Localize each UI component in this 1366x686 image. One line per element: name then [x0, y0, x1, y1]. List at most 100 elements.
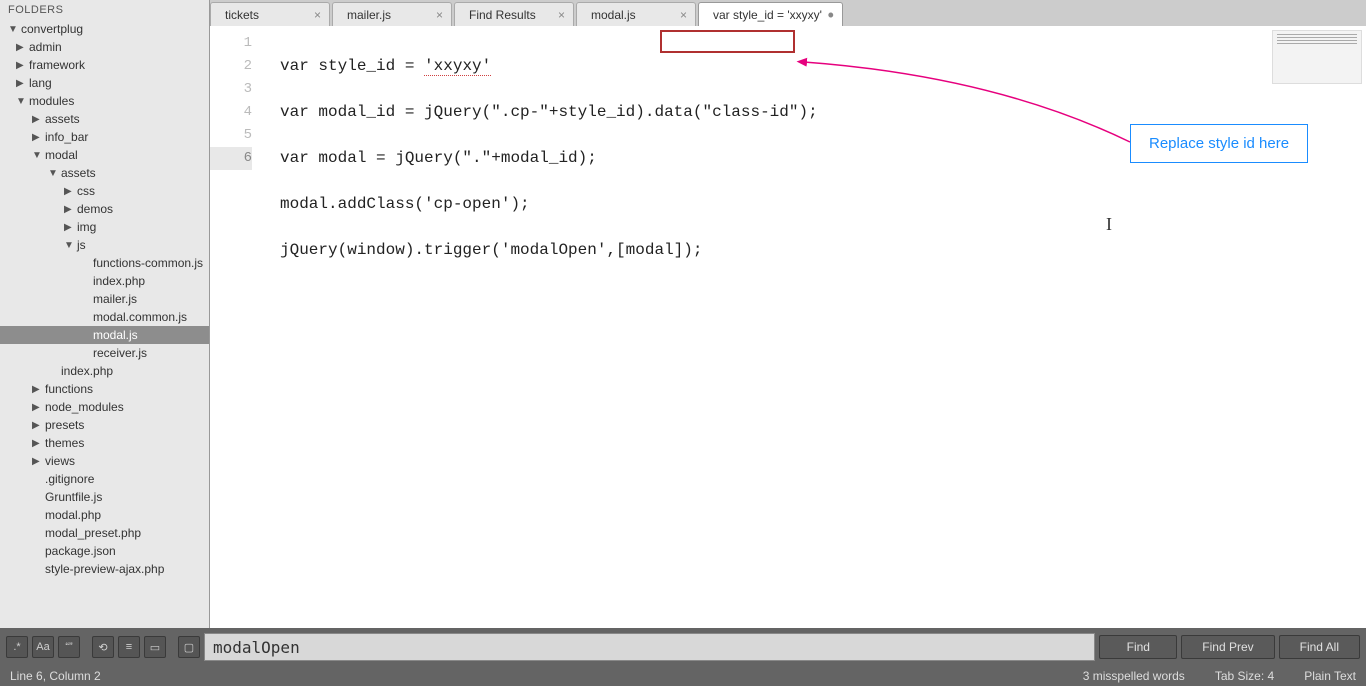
tree-item-label: style-preview-ajax.php	[45, 562, 164, 576]
chevron-closed-icon	[64, 222, 74, 233]
tree-item-functions[interactable]: functions	[0, 380, 209, 398]
chevron-open-icon	[8, 24, 18, 35]
find-all-button[interactable]: Find All	[1279, 635, 1360, 659]
case-toggle[interactable]: Aa	[32, 636, 54, 658]
tree-item-lang[interactable]: lang	[0, 74, 209, 92]
close-icon[interactable]: ×	[314, 8, 321, 22]
tree-item-themes[interactable]: themes	[0, 434, 209, 452]
tab-label: mailer.js	[347, 8, 391, 22]
tree-item-gruntfile-js[interactable]: Gruntfile.js	[0, 488, 209, 506]
tree-item-presets[interactable]: presets	[0, 416, 209, 434]
tree-item-package-json[interactable]: package.json	[0, 542, 209, 560]
gutter: 123456	[210, 26, 260, 628]
tree-item-label: info_bar	[45, 130, 88, 144]
tree-item-demos[interactable]: demos	[0, 200, 209, 218]
close-icon[interactable]: ×	[558, 8, 565, 22]
tab-find-results[interactable]: Find Results ×	[454, 2, 574, 26]
chevron-closed-icon	[32, 402, 42, 413]
close-icon[interactable]: ×	[680, 8, 687, 22]
code-line-1a: var style_id =	[280, 57, 424, 75]
highlight-toggle[interactable]: ▭	[144, 636, 166, 658]
tree-item-modal-php[interactable]: modal.php	[0, 506, 209, 524]
whole-word-toggle[interactable]: “”	[58, 636, 80, 658]
chevron-closed-icon	[16, 60, 26, 71]
tree-item-label: demos	[77, 202, 113, 216]
tab-tickets[interactable]: tickets ×	[210, 2, 330, 26]
tree-item-label: modal.js	[93, 328, 138, 342]
tab-label: Find Results	[469, 8, 536, 22]
tab-label: tickets	[225, 8, 259, 22]
tree-item-img[interactable]: img	[0, 218, 209, 236]
tree-item-receiver-js[interactable]: receiver.js	[0, 344, 209, 362]
tree-item-modules[interactable]: modules	[0, 92, 209, 110]
tree-item-index-php[interactable]: index.php	[0, 272, 209, 290]
close-icon[interactable]: ×	[436, 8, 443, 22]
tab-label: var style_id = 'xxyxy'	[713, 8, 822, 22]
wrap-toggle[interactable]: ⟲	[92, 636, 114, 658]
chevron-open-icon	[64, 240, 74, 251]
in-selection-toggle[interactable]: ≡	[118, 636, 140, 658]
line-number: 4	[210, 101, 252, 124]
editor[interactable]: 123456 var style_id = 'xxyxy' var modal_…	[210, 26, 1366, 628]
status-spell[interactable]: 3 misspelled words	[1083, 669, 1185, 683]
tree-item-mailer-js[interactable]: mailer.js	[0, 290, 209, 308]
chevron-open-icon	[48, 168, 58, 179]
tab-mailer-js[interactable]: mailer.js ×	[332, 2, 452, 26]
tree-item-style-preview-ajax-php[interactable]: style-preview-ajax.php	[0, 560, 209, 578]
tree-item-label: modal	[45, 148, 78, 162]
tab-var-style-id-xxyxy-[interactable]: var style_id = 'xxyxy'•	[698, 2, 843, 26]
chevron-closed-icon	[32, 438, 42, 449]
chevron-closed-icon	[32, 456, 42, 467]
chevron-closed-icon	[64, 204, 74, 215]
tree-item-framework[interactable]: framework	[0, 56, 209, 74]
tree-item-label: modal.common.js	[93, 310, 187, 324]
tree-item-label: presets	[45, 418, 84, 432]
regex-toggle[interactable]: .*	[6, 636, 28, 658]
annotation-callout: Replace style id here	[1130, 124, 1308, 163]
tree-item--gitignore[interactable]: .gitignore	[0, 470, 209, 488]
tree-item-label: lang	[29, 76, 52, 90]
tab-modal-js[interactable]: modal.js×	[576, 2, 696, 26]
tree-item-label: img	[77, 220, 96, 234]
code[interactable]: var style_id = 'xxyxy' var modal_id = jQ…	[260, 26, 1366, 628]
tree-item-functions-common-js[interactable]: functions-common.js	[0, 254, 209, 272]
sidebar-header: FOLDERS	[0, 0, 209, 20]
tree-item-css[interactable]: css	[0, 182, 209, 200]
tree-item-index-php[interactable]: index.php	[0, 362, 209, 380]
tree-item-modal-preset-php[interactable]: modal_preset.php	[0, 524, 209, 542]
status-line-col[interactable]: Line 6, Column 2	[10, 669, 101, 683]
tree-item-assets[interactable]: assets	[0, 164, 209, 182]
tree-item-modal-common-js[interactable]: modal.common.js	[0, 308, 209, 326]
code-line-5: jQuery(window).trigger('modalOpen',[moda…	[280, 239, 1366, 262]
tree-item-js[interactable]: js	[0, 236, 209, 254]
status-tab-size[interactable]: Tab Size: 4	[1215, 669, 1274, 683]
chevron-closed-icon	[32, 132, 42, 143]
tree-item-info-bar[interactable]: info_bar	[0, 128, 209, 146]
tree-item-label: functions-common.js	[93, 256, 203, 270]
tree-item-label: mailer.js	[93, 292, 137, 306]
tree-item-convertplug[interactable]: convertplug	[0, 20, 209, 38]
find-input[interactable]	[204, 633, 1095, 661]
status-bar: Line 6, Column 2 3 misspelled words Tab …	[0, 666, 1366, 686]
tree-item-admin[interactable]: admin	[0, 38, 209, 56]
find-prev-button[interactable]: Find Prev	[1181, 635, 1274, 659]
line-number: 3	[210, 78, 252, 101]
tree-item-label: index.php	[93, 274, 145, 288]
tree-item-node-modules[interactable]: node_modules	[0, 398, 209, 416]
tree-item-label: convertplug	[21, 22, 83, 36]
code-line-2: var modal_id = jQuery(".cp-"+style_id).d…	[280, 101, 1366, 124]
chevron-closed-icon	[32, 384, 42, 395]
tree-item-views[interactable]: views	[0, 452, 209, 470]
find-button[interactable]: Find	[1099, 635, 1177, 659]
minimap[interactable]	[1272, 30, 1362, 84]
tree-item-assets[interactable]: assets	[0, 110, 209, 128]
chevron-closed-icon	[16, 42, 26, 53]
tree-item-modal-js[interactable]: modal.js	[0, 326, 209, 344]
editor-area: tickets×mailer.js×Find Results×modal.js×…	[210, 0, 1366, 628]
folder-tree: convertplugadminframeworklangmodulesasse…	[0, 20, 209, 578]
tree-item-modal[interactable]: modal	[0, 146, 209, 164]
code-line-4: modal.addClass('cp-open');	[280, 193, 1366, 216]
status-syntax[interactable]: Plain Text	[1304, 669, 1356, 683]
context-toggle[interactable]: ▢	[178, 636, 200, 658]
line-number: 1	[210, 32, 252, 55]
